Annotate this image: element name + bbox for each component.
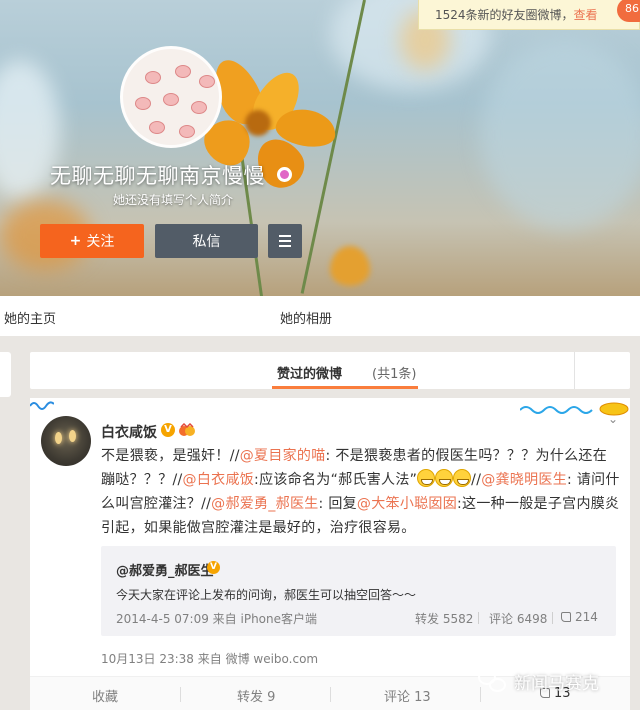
divider [574, 352, 575, 389]
follow-label: 关注 [86, 234, 115, 250]
verified-badge-icon: V [207, 561, 220, 574]
repost-button[interactable]: 转发 9 [237, 686, 275, 705]
message-label: 私信 [192, 234, 221, 250]
quoted-author[interactable]: @郝爱勇_郝医生 [116, 560, 214, 579]
post-text: 不是猥亵，是强奸！//@夏目家的喵: 不是猥亵患者的假医生吗？？？为什么还在蹦哒… [101, 444, 621, 540]
verified-badge-icon: V [161, 423, 175, 437]
watermark-text: 新闻马赛克 [514, 673, 599, 694]
profile-tabs: 她的主页 她的相册 [0, 296, 640, 336]
grin-emoji-icon [417, 469, 436, 487]
quoted-like-count: 214 [575, 610, 598, 624]
member-crown-icon [179, 423, 195, 436]
follow-button[interactable]: + 关注 [40, 224, 144, 258]
tab-her-home[interactable]: 她的主页 [4, 308, 56, 327]
notice-view-link[interactable]: 查看 [574, 8, 598, 22]
post-text-segment: :应该命名为“郝氏害人法” [254, 472, 418, 488]
quoted-repost-count[interactable]: 转发 5582 [415, 610, 473, 627]
post-text-segment: 不是猥亵，是强奸！// [101, 448, 240, 464]
watermark: 新闻马赛克 [478, 668, 599, 694]
mention-link[interactable]: @白衣咸饭 [183, 472, 255, 488]
mention-link[interactable]: @龚晓明医生 [481, 472, 567, 488]
mention-link[interactable]: @夏目家的喵 [240, 448, 326, 464]
mention-link[interactable]: @郝爱勇_郝医生 [211, 496, 318, 512]
quoted-meta[interactable]: 2014-4-5 07:09 来自 iPhone客户端 [116, 610, 317, 627]
chevron-down-icon[interactable]: ⌄ [608, 412, 618, 426]
grin-emoji-icon [435, 469, 454, 487]
active-tab-indicator [272, 386, 418, 389]
section-title[interactable]: 赞过的微博 [277, 363, 342, 382]
tab-her-album[interactable]: 她的相册 [280, 308, 332, 327]
collect-button[interactable]: 收藏 [92, 686, 118, 705]
notification-badge[interactable]: 86 [617, 0, 640, 22]
quoted-like-button[interactable]: 214 [561, 610, 598, 624]
hamburger-icon [279, 235, 291, 237]
wave-decoration-icon [30, 401, 54, 410]
post-meta[interactable]: 10月13日 23:38 来自 微博 weibo.com [101, 650, 318, 667]
mention-link[interactable]: @大笨小聪囡囡 [357, 496, 457, 512]
plus-icon: + [69, 233, 82, 249]
profile-nickname: 无聊无聊无聊南京慢慢 [50, 164, 265, 188]
author-avatar[interactable] [41, 416, 91, 466]
post-text-segment: // [471, 472, 482, 488]
quoted-post: @郝爱勇_郝医生 V 今天大家在评论上发布的问询，郝医生可以抽空回答～～ 201… [101, 546, 616, 636]
message-button[interactable]: 私信 [155, 224, 258, 258]
notice-text: 1524条新的好友圈微博， [435, 8, 574, 22]
comment-button[interactable]: 评论 13 [384, 686, 431, 705]
side-panel-edge [0, 352, 11, 397]
quoted-comment-count[interactable]: 评论 6498 [489, 610, 547, 627]
profile-avatar[interactable] [120, 46, 222, 148]
post-card: 白衣咸饭 V ⌄ 不是猥亵，是强奸！//@夏目家的喵: 不是猥亵患者的假医生吗？… [30, 398, 630, 710]
grin-emoji-icon [453, 469, 472, 487]
post-text-segment: : 回复 [318, 496, 357, 512]
new-posts-notice: 1524条新的好友圈微博，查看 86 [418, 0, 640, 30]
liked-posts-header: 赞过的微博 (共1条) [30, 352, 630, 389]
section-count: (共1条) [372, 367, 417, 382]
thumbs-up-icon [561, 612, 571, 622]
quoted-text: 今天大家在评论上发布的问询，郝医生可以抽空回答～～ [116, 588, 417, 602]
author-name[interactable]: 白衣咸饭 [101, 422, 157, 442]
more-menu-button[interactable] [268, 224, 302, 258]
female-icon [277, 167, 292, 182]
wechat-icon [478, 668, 508, 694]
profile-bio: 她还没有填写个人简介 [113, 193, 234, 207]
